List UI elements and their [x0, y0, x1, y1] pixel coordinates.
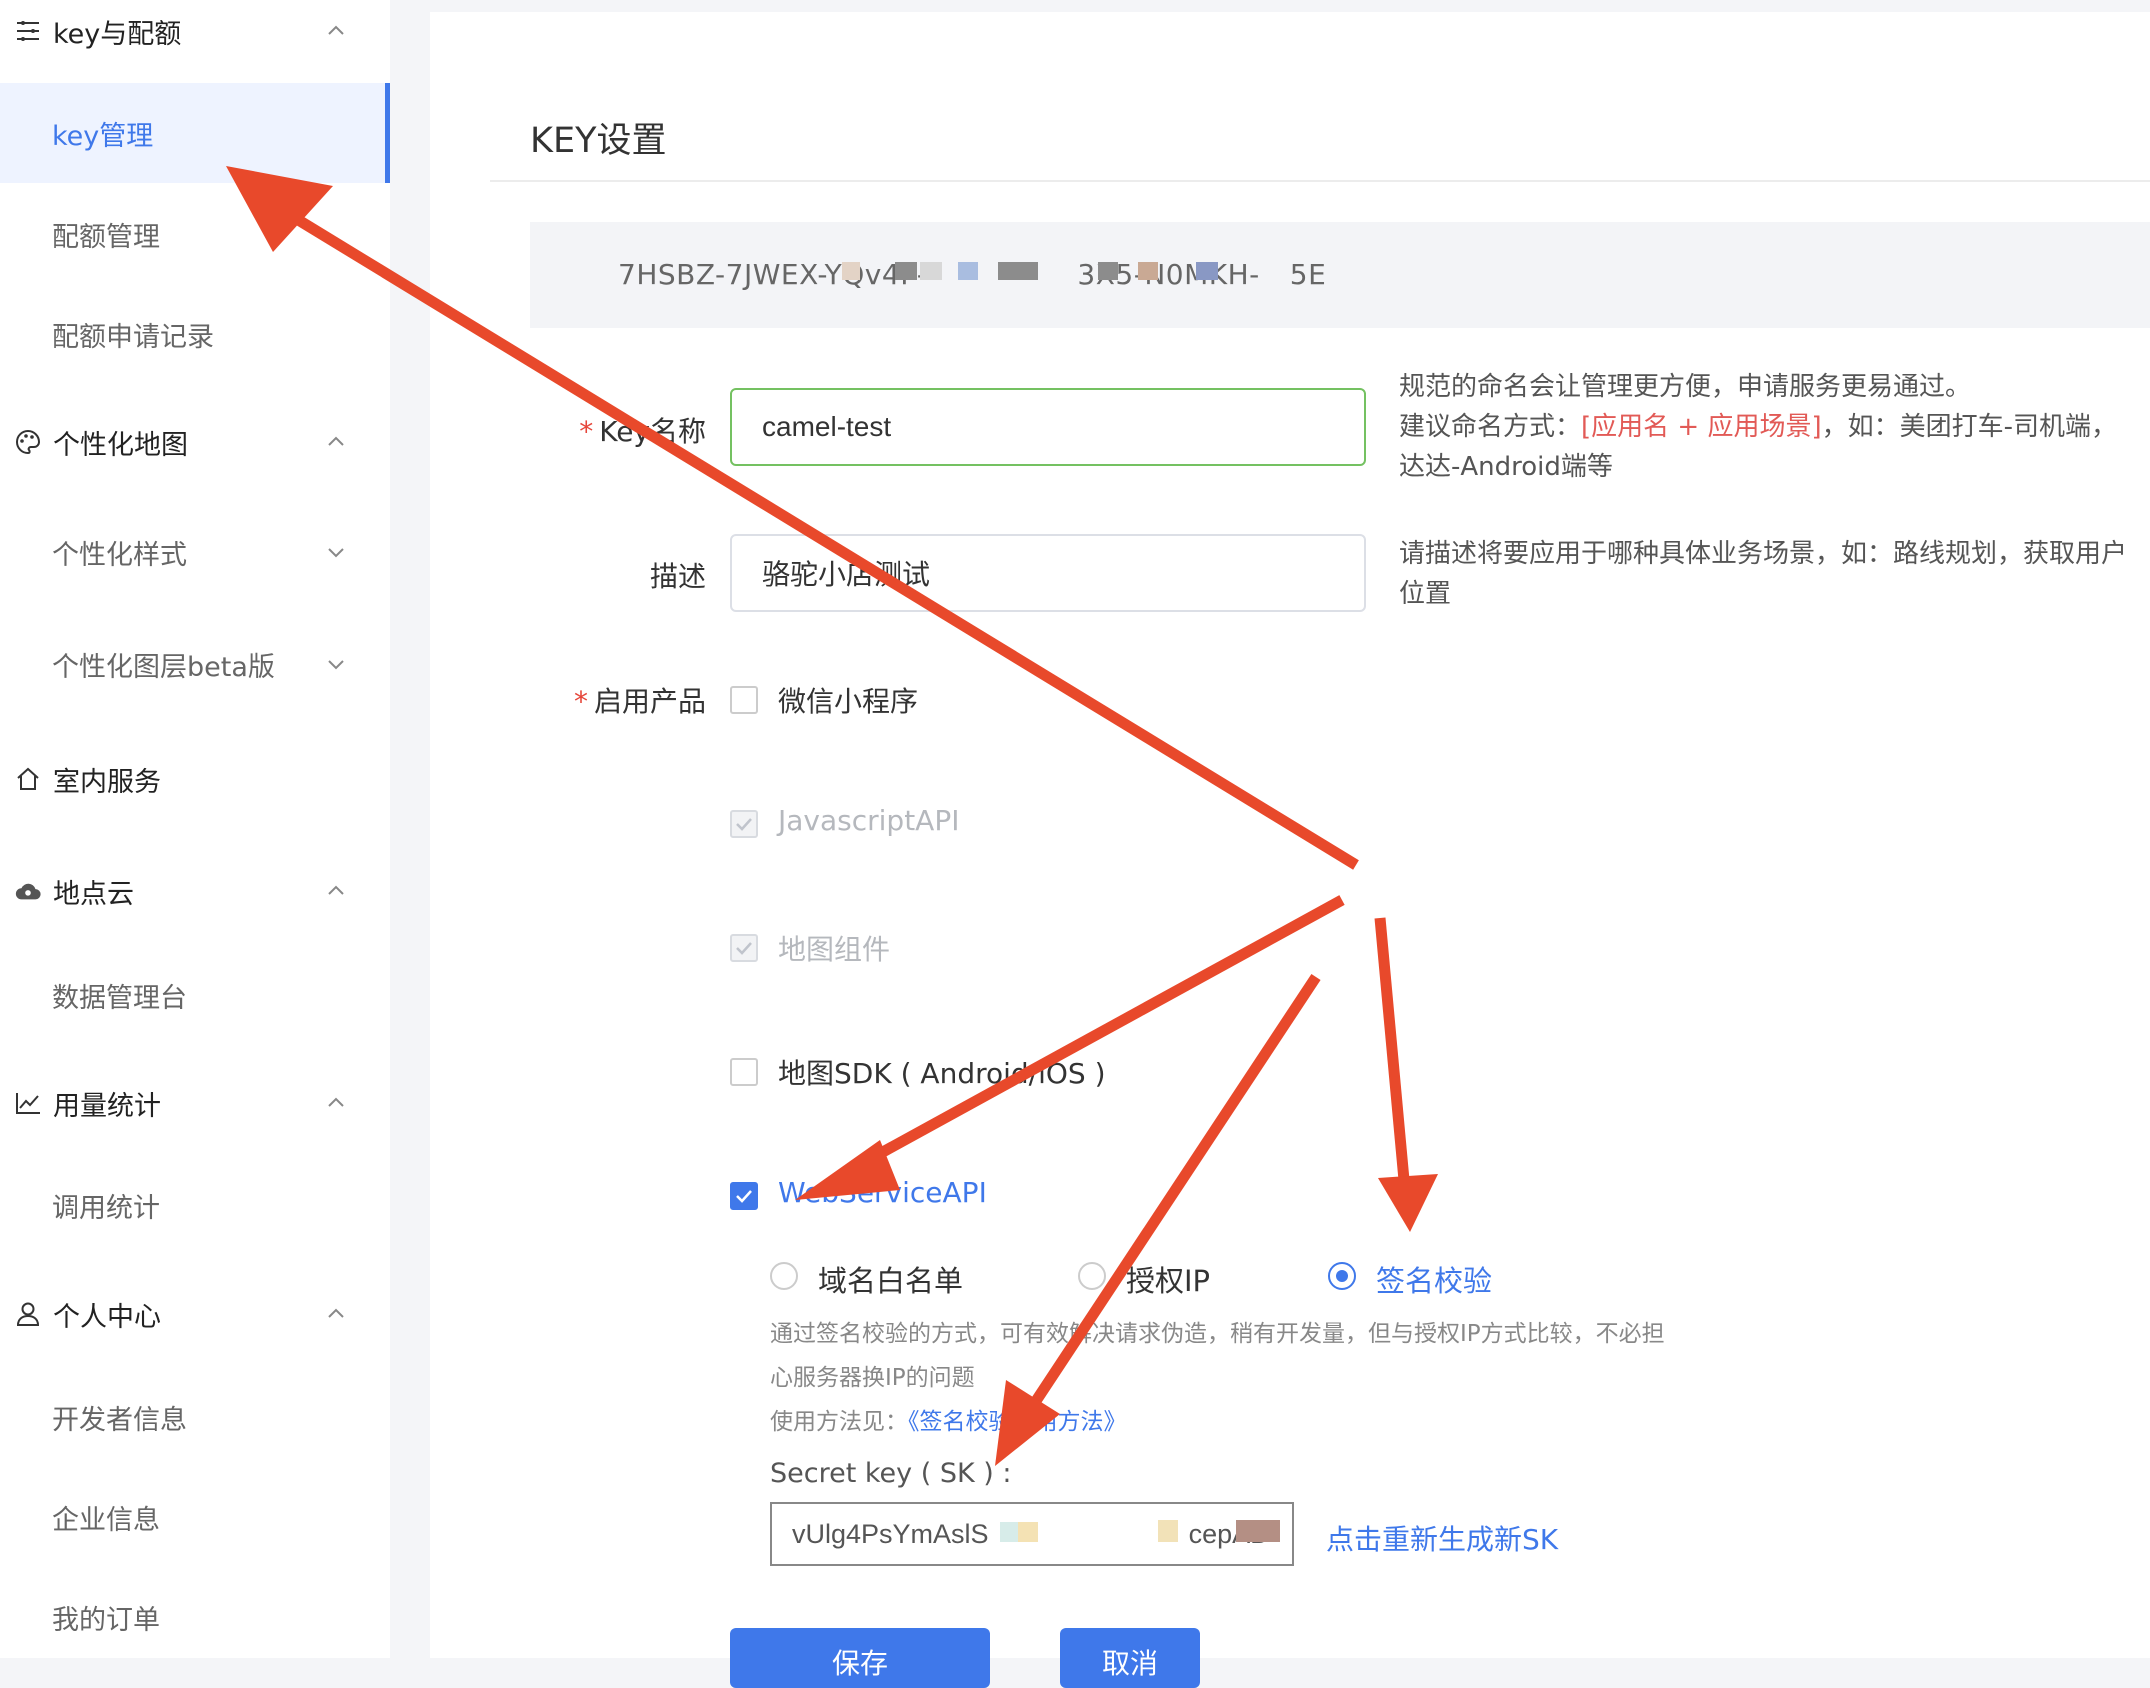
chevron-up-icon	[328, 1308, 344, 1318]
required-mark: *	[579, 415, 594, 448]
sidebar-item-custom-style[interactable]: 个性化样式	[0, 502, 390, 602]
sidebar-item-label: 配额管理	[52, 221, 160, 253]
checkbox-label: 地图SDK ( Android/iOS )	[778, 1057, 1106, 1090]
title-divider	[490, 180, 2150, 182]
sidebar-item-label: 开发者信息	[52, 1404, 187, 1436]
key-name-hint-line: 建议命名方式：[应用名 + 应用场景]，如：美团打车-司机端，达达-Androi…	[1399, 412, 2118, 482]
checkbox-label: JavascriptAPI	[778, 804, 960, 837]
chevron-up-icon	[328, 1097, 344, 1107]
checkbox-label: WebServiceAPI	[778, 1176, 987, 1209]
checkbox-label: 微信小程序	[778, 685, 919, 718]
sidebar-group-label: 地点云	[53, 878, 134, 910]
desc-hint: 请描述将要应用于哪种具体业务场景，如：路线规划，获取用户位置	[1399, 539, 2128, 609]
chevron-up-icon	[328, 885, 344, 895]
sidebar-item-call-stats[interactable]: 调用统计	[0, 1155, 390, 1255]
sidebar-item-custom-layer[interactable]: 个性化图层beta版	[0, 614, 390, 714]
sidebar-item-label: key管理	[52, 120, 154, 152]
radio-label: 授权IP	[1126, 1264, 1211, 1298]
checkbox-wechat-miniprogram[interactable]	[730, 686, 758, 714]
sidebar-group-label: 用量统计	[53, 1090, 161, 1122]
key-name-label: * Key名称	[579, 415, 706, 448]
sidebar-item-label: 调用统计	[52, 1192, 160, 1224]
line-chart-icon	[14, 1089, 42, 1117]
checkbox-webservice-api[interactable]	[730, 1182, 758, 1210]
sidebar-item-data-console[interactable]: 数据管理台	[0, 945, 390, 1045]
chevron-up-icon	[328, 25, 344, 35]
naming-format: [应用名 + 应用场景]	[1581, 412, 1822, 442]
sidebar-group-key-quota[interactable]: key与配额	[0, 0, 390, 66]
chevron-up-icon	[328, 436, 344, 446]
chevron-down-icon	[328, 548, 344, 558]
desc-input[interactable]: 骆驼小店测试	[730, 534, 1366, 612]
sidebar-item-label: 个性化样式	[52, 539, 187, 571]
checkbox-label: 地图组件	[778, 933, 891, 966]
cancel-button[interactable]: 取消	[1060, 1628, 1200, 1688]
check-icon	[736, 1190, 752, 1203]
sidebar-item-quota-management[interactable]: 配额管理	[0, 184, 390, 284]
sidebar-group-label: 个人中心	[53, 1301, 161, 1333]
page-title: KEY设置	[530, 121, 667, 161]
usage-doc-link[interactable]: 《签名校验使用方法》	[908, 1409, 1127, 1435]
key-name-hint-line: 规范的命名会让管理更方便，申请服务更易通过。	[1399, 372, 1972, 402]
sidebar-group-label: 室内服务	[53, 766, 161, 798]
user-icon	[14, 1300, 42, 1328]
regenerate-sk-link[interactable]: 点击重新生成新SK	[1326, 1518, 1558, 1558]
list-icon	[14, 17, 42, 45]
sk-label: Secret key ( SK ) :	[770, 1458, 1012, 1489]
check-icon	[736, 818, 752, 831]
sidebar-item-quota-records[interactable]: 配额申请记录	[0, 284, 390, 384]
sidebar-item-label: 配额申请记录	[52, 321, 214, 353]
palette-icon	[14, 428, 42, 456]
sidebar-item-key-management[interactable]: key管理	[0, 83, 390, 183]
cloud-icon	[14, 877, 42, 905]
key-value-end: 5E	[1289, 258, 1327, 291]
sidebar: key与配额 key管理 配额管理 配额申请记录 个性化地图 个性化样式 个性化…	[0, 0, 390, 1658]
key-value-head: 7HSBZ-7JWEX-YQv4F-	[618, 258, 928, 291]
key-name-hint: 规范的命名会让管理更方便，申请服务更易通过。 建议命名方式：[应用名 + 应用场…	[1399, 367, 2139, 487]
required-mark: *	[573, 685, 588, 718]
sidebar-item-label: 个性化图层beta版	[52, 651, 275, 683]
sidebar-item-label: 企业信息	[52, 1504, 160, 1536]
radio-label: 签名校验	[1376, 1264, 1493, 1298]
chevron-down-icon	[328, 660, 344, 670]
radio-signature-verify[interactable]	[1328, 1262, 1356, 1290]
checkbox-map-sdk[interactable]	[730, 1058, 758, 1086]
sidebar-group-custom-map[interactable]: 个性化地图	[0, 407, 390, 477]
desc-label: 描述	[649, 560, 706, 593]
sidebar-item-label: 数据管理台	[52, 982, 187, 1014]
radio-domain-whitelist[interactable]	[770, 1262, 798, 1290]
sidebar-group-personal[interactable]: 个人中心	[0, 1279, 390, 1349]
sidebar-group-indoor[interactable]: 室内服务	[0, 744, 390, 814]
sidebar-group-label: key与配额	[53, 18, 182, 50]
signature-description: 通过签名校验的方式，可有效解决请求伪造，稍有开发量，但与授权IP方式比较，不必担…	[770, 1321, 1665, 1391]
sidebar-item-company-info[interactable]: 企业信息	[0, 1467, 390, 1567]
sidebar-group-usage[interactable]: 用量统计	[0, 1068, 390, 1138]
radio-label: 域名白名单	[818, 1264, 964, 1298]
sidebar-group-label: 个性化地图	[53, 429, 188, 461]
sidebar-item-label: 我的订单	[52, 1604, 160, 1636]
checkbox-map-component	[730, 934, 758, 962]
checkbox-javascript-api	[730, 810, 758, 838]
products-label: * 启用产品	[573, 685, 706, 718]
key-name-input[interactable]: camel-test	[730, 388, 1366, 466]
sidebar-group-place-cloud[interactable]: 地点云	[0, 856, 390, 926]
usage-line: 使用方法见：《签名校验使用方法》	[770, 1409, 1127, 1435]
save-button[interactable]: 保存	[730, 1628, 990, 1688]
home-icon	[14, 765, 42, 793]
sidebar-item-my-orders[interactable]: 我的订单	[0, 1567, 390, 1667]
radio-authorized-ip[interactable]	[1078, 1262, 1106, 1290]
sidebar-item-developer-info[interactable]: 开发者信息	[0, 1367, 390, 1467]
check-icon	[736, 942, 752, 955]
